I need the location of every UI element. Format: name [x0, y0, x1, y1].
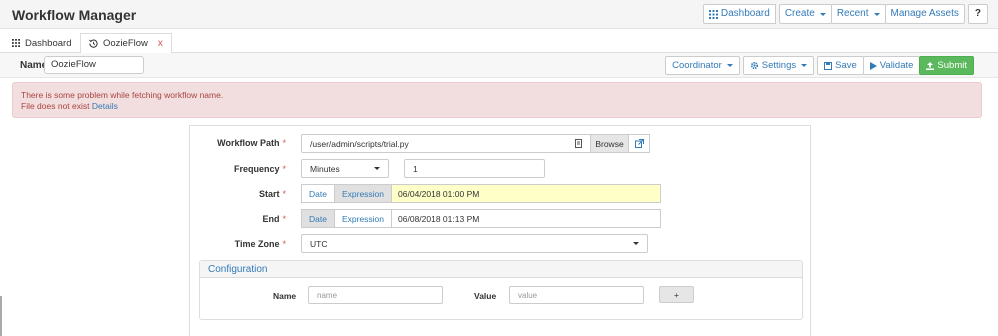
end-datetime-input[interactable]: 06/08/2018 01:13 PM	[391, 209, 662, 228]
validate-button[interactable]: Validate	[862, 56, 921, 75]
frequency-unit-select[interactable]: Minutes	[301, 159, 389, 178]
submit-label: Submit	[937, 60, 967, 71]
browse-button[interactable]: Browse	[591, 134, 629, 153]
upload-icon	[926, 61, 935, 70]
submit-button[interactable]: Submit	[919, 56, 974, 75]
save-button[interactable]: Save	[817, 56, 864, 75]
save-label: Save	[835, 60, 857, 71]
caret-down-icon	[819, 12, 826, 16]
add-config-button[interactable]: +	[659, 286, 694, 303]
start-input-group: Date Expression 06/04/2018 01:00 PM	[301, 184, 662, 203]
workflow-path-input[interactable]: /user/admin/scripts/trial.py	[301, 134, 591, 153]
caret-down-icon	[374, 167, 380, 170]
tab-bar: Dashboard x OozieFlow x	[0, 29, 998, 54]
tab-label: OozieFlow	[103, 38, 148, 49]
floppy-icon	[824, 61, 833, 70]
error-alert: There is some problem while fetching wor…	[12, 82, 982, 118]
start-date-toggle[interactable]: Date	[301, 184, 335, 203]
timezone-label-text: Time Zone	[234, 239, 280, 249]
gear-icon	[750, 61, 758, 70]
frequency-unit-value: Minutes	[310, 163, 340, 174]
manage-assets-button[interactable]: Manage Assets	[884, 4, 965, 24]
settings-label: Settings	[761, 60, 797, 71]
end-label: End *	[196, 214, 286, 224]
coordinator-button[interactable]: Coordinator	[665, 56, 740, 75]
timezone-value: UTC	[310, 238, 328, 249]
top-nav: Dashboard Create Recent Manage Assets ?	[702, 4, 988, 24]
coordinator-label: Coordinator	[672, 60, 722, 71]
validate-label: Validate	[879, 60, 914, 71]
help-icon: ?	[974, 8, 981, 19]
timezone-label: Time Zone *	[196, 239, 286, 249]
required-mark: *	[282, 189, 286, 199]
end-expression-toggle[interactable]: Expression	[333, 209, 393, 228]
start-expression-toggle[interactable]: Expression	[333, 184, 393, 203]
workflow-path-label-text: Workflow Path	[217, 138, 280, 148]
help-button[interactable]: ?	[967, 4, 988, 24]
caret-down-icon	[633, 242, 639, 245]
tab-oozieflow[interactable]: OozieFlow x	[80, 33, 172, 54]
workflow-path-value: /user/admin/scripts/trial.py	[310, 138, 409, 149]
action-buttons: Coordinator Settings Save Validate Submi…	[665, 56, 974, 75]
frequency-label: Frequency *	[196, 164, 286, 174]
app-title: Workflow Manager	[12, 7, 137, 23]
start-label-text: Start	[258, 189, 280, 199]
required-mark: *	[282, 164, 286, 174]
alert-detail-line: File does not exist Details	[21, 101, 973, 112]
caret-down-icon	[726, 64, 733, 67]
config-value-label: Value	[474, 291, 497, 301]
grid-icon	[12, 39, 20, 47]
recent-label: Recent	[836, 8, 869, 19]
workflow-name-input[interactable]: OozieFlow	[44, 56, 144, 74]
config-name-input[interactable]: name	[308, 286, 443, 304]
create-button[interactable]: Create	[778, 4, 832, 24]
configuration-title: Configuration	[200, 261, 802, 278]
frequency-label-text: Frequency	[233, 164, 280, 174]
alert-message: There is some problem while fetching wor…	[21, 90, 224, 100]
caret-down-icon	[873, 12, 880, 16]
create-label: Create	[784, 8, 815, 19]
timezone-select[interactable]: UTC	[301, 234, 648, 253]
config-name-label: Name	[273, 291, 297, 301]
workflow-path-group: /user/admin/scripts/trial.py Browse	[301, 134, 650, 153]
file-icon	[575, 139, 582, 148]
end-date-toggle[interactable]: Date	[301, 209, 335, 228]
details-link[interactable]: Details	[92, 101, 118, 111]
required-mark: *	[282, 239, 286, 249]
history-icon	[89, 39, 98, 48]
end-label-text: End	[262, 214, 280, 224]
grid-icon	[708, 9, 718, 19]
name-bar: Name OozieFlow Coordinator Settings Save…	[0, 53, 998, 78]
workflow-path-label: Workflow Path *	[196, 138, 286, 148]
top-bar: Workflow Manager Dashboard Create Recent…	[0, 0, 998, 29]
scrollbar[interactable]	[0, 296, 2, 336]
dashboard-button[interactable]: Dashboard	[702, 4, 776, 24]
configuration-panel: Configuration Name name Value value +	[199, 260, 803, 320]
manage-assets-label: Manage Assets	[890, 8, 959, 19]
settings-button[interactable]: Settings	[742, 56, 815, 75]
alert-detail-text: File does not exist	[21, 101, 90, 111]
dashboard-label: Dashboard	[720, 8, 770, 19]
play-icon	[869, 61, 877, 70]
recent-button[interactable]: Recent	[830, 4, 886, 24]
required-mark: *	[282, 138, 286, 148]
start-label: Start *	[196, 189, 286, 199]
coordinator-form: Workflow Path * /user/admin/scripts/trial…	[189, 125, 811, 336]
caret-down-icon	[801, 64, 808, 67]
frequency-value-input[interactable]: 1	[404, 159, 545, 178]
external-link-icon[interactable]	[629, 134, 650, 153]
tab-label: Dashboard	[25, 37, 72, 49]
end-input-group: Date Expression 06/08/2018 01:13 PM	[301, 209, 662, 228]
start-datetime-input[interactable]: 06/04/2018 01:00 PM	[391, 184, 662, 203]
required-mark: *	[282, 214, 286, 224]
close-tab-icon[interactable]: x	[158, 38, 163, 49]
config-value-input[interactable]: value	[509, 286, 644, 304]
